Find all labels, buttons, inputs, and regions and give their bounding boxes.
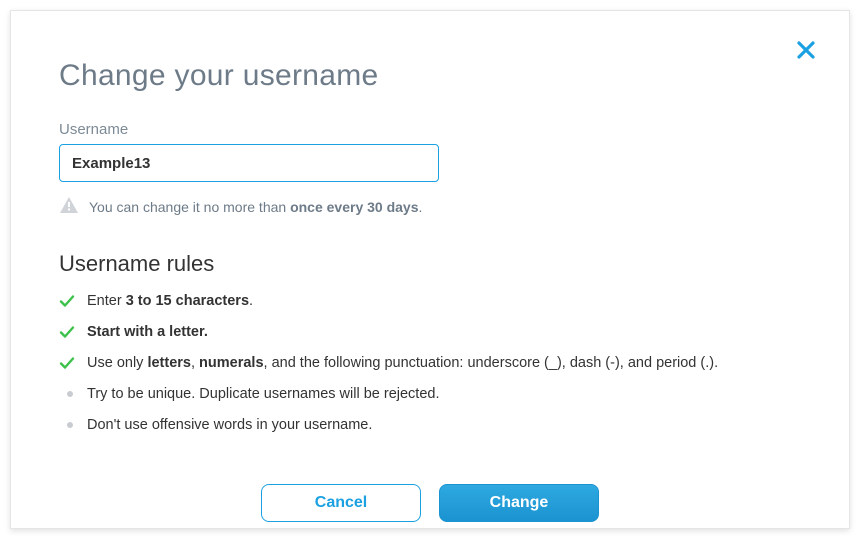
cancel-button[interactable]: Cancel: [261, 484, 421, 522]
rule-text: Try to be unique. Duplicate usernames wi…: [87, 384, 439, 405]
username-label: Username: [59, 121, 801, 138]
modal-title: Change your username: [59, 59, 801, 93]
modal-actions: Cancel Change: [59, 484, 801, 522]
bullet-icon: [59, 417, 75, 433]
check-icon: [59, 355, 75, 371]
change-button[interactable]: Change: [439, 484, 599, 522]
check-icon: [59, 324, 75, 340]
close-icon: [795, 39, 817, 61]
rule-item: Enter 3 to 15 characters.: [59, 291, 801, 312]
rule-item: Try to be unique. Duplicate usernames wi…: [59, 384, 801, 405]
change-frequency-warning: You can change it no more than once ever…: [59, 196, 801, 217]
rule-text: Don't use offensive words in your userna…: [87, 415, 372, 436]
rules-heading: Username rules: [59, 251, 801, 277]
change-username-modal: Change your username Username You can ch…: [10, 10, 850, 529]
bullet-icon: [59, 386, 75, 402]
warning-icon: [59, 196, 79, 217]
rule-item: Don't use offensive words in your userna…: [59, 415, 801, 436]
rule-text: Enter 3 to 15 characters.: [87, 291, 253, 312]
close-button[interactable]: [795, 39, 817, 61]
check-icon: [59, 293, 75, 309]
warning-text: You can change it no more than once ever…: [89, 199, 422, 215]
rule-text: Start with a letter.: [87, 322, 208, 343]
rule-item: Start with a letter.: [59, 322, 801, 343]
rule-item: Use only letters, numerals, and the foll…: [59, 353, 801, 374]
username-input[interactable]: [59, 144, 439, 182]
rules-list: Enter 3 to 15 characters. Start with a l…: [59, 291, 801, 436]
rule-text: Use only letters, numerals, and the foll…: [87, 353, 718, 374]
